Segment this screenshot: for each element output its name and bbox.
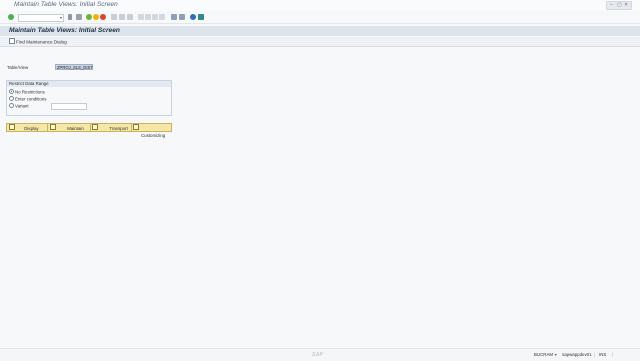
minimize-icon[interactable]: –: [610, 2, 613, 9]
transport-icon: [92, 124, 98, 130]
dropdown-icon[interactable]: ▼: [554, 353, 558, 357]
last-page-icon[interactable]: [159, 14, 165, 20]
window-titlebar: Maintain Table Views: Initial Screen – ▢…: [0, 0, 640, 11]
radio-icon[interactable]: [9, 96, 14, 101]
first-page-icon[interactable]: [138, 14, 144, 20]
option-label: No Restrictions: [15, 89, 45, 95]
shortcut-icon[interactable]: [179, 14, 185, 20]
table-view-input[interactable]: ZPROJ_SLS_DIST: [55, 64, 93, 70]
variant-input[interactable]: [51, 103, 87, 110]
transaction-code: BUCRAM: [534, 352, 554, 357]
divider: [90, 124, 91, 131]
system-toolbar: ▾: [0, 12, 640, 24]
close-icon[interactable]: ✕: [624, 2, 628, 9]
nav-arrow-icon[interactable]: [68, 14, 72, 20]
command-dropdown-icon[interactable]: ▾: [60, 16, 62, 20]
maintain-button[interactable]: Maintain: [50, 124, 84, 131]
customizing-label: Customizing: [141, 132, 166, 138]
window-title: Maintain Table Views: Initial Screen: [14, 1, 118, 8]
server-indicator: sapwappdev01: [562, 352, 592, 357]
transaction-indicator[interactable]: BUCRAM▼: [534, 352, 558, 357]
display-icon: [9, 124, 15, 130]
divider: [131, 124, 132, 131]
help-icon[interactable]: [190, 14, 196, 20]
next-page-icon[interactable]: [152, 14, 158, 20]
window-controls[interactable]: – ▢ ✕: [606, 1, 632, 10]
find-icon[interactable]: [119, 14, 125, 20]
table-view-label: Table/View: [7, 65, 29, 70]
layout-icon[interactable]: [198, 14, 204, 20]
page-title: Maintain Table Views: Initial Screen: [9, 27, 120, 34]
action-bar: Display Maintain Transport Customizing: [6, 123, 172, 138]
back-icon[interactable]: [86, 14, 92, 20]
save-icon[interactable]: [76, 14, 82, 20]
customizing-button[interactable]: Customizing: [133, 124, 171, 138]
find-maintenance-dialog-label: Find Maintenance Dialog: [16, 39, 67, 45]
maintain-label: Maintain: [67, 125, 84, 131]
new-session-icon[interactable]: [171, 14, 177, 20]
customizing-icon: [133, 124, 139, 130]
find-maintenance-dialog-button[interactable]: Find Maintenance Dialog: [9, 38, 67, 45]
status-separator: |: [612, 352, 614, 357]
status-bar: SAP BUCRAM▼ sapwappdev01 | INS |: [0, 348, 640, 361]
radio-selected-icon[interactable]: [9, 89, 14, 94]
option-label: Variant: [15, 103, 29, 109]
divider: [47, 124, 48, 131]
maximize-icon[interactable]: ▢: [617, 2, 622, 9]
dialog-icon: [9, 38, 15, 44]
transport-label: Transport: [109, 125, 128, 131]
edit-icon: [50, 124, 56, 130]
option-no-restrictions[interactable]: No Restrictions: [9, 89, 45, 95]
restrict-data-range-title: Restrict Data Range: [7, 81, 171, 87]
cancel-icon[interactable]: [100, 14, 106, 20]
option-variant[interactable]: Variant: [9, 103, 29, 109]
transport-button[interactable]: Transport: [92, 124, 128, 131]
status-separator: |: [594, 352, 596, 357]
restrict-data-range-group: Restrict Data Range No Restrictions Ente…: [6, 80, 172, 116]
insert-mode: INS: [599, 352, 607, 357]
sap-logo: SAP: [312, 352, 324, 358]
prev-page-icon[interactable]: [145, 14, 151, 20]
enter-icon[interactable]: [8, 14, 14, 20]
radio-icon[interactable]: [9, 103, 14, 108]
application-toolbar: [0, 37, 640, 47]
display-button[interactable]: Display: [9, 124, 39, 131]
find-next-icon[interactable]: [127, 14, 133, 20]
option-enter-conditions[interactable]: Enter conditions: [9, 96, 47, 102]
exit-icon[interactable]: [93, 14, 99, 20]
print-icon[interactable]: [111, 14, 117, 20]
display-label: Display: [24, 125, 39, 131]
command-field[interactable]: [18, 14, 64, 22]
option-label: Enter conditions: [15, 96, 47, 102]
